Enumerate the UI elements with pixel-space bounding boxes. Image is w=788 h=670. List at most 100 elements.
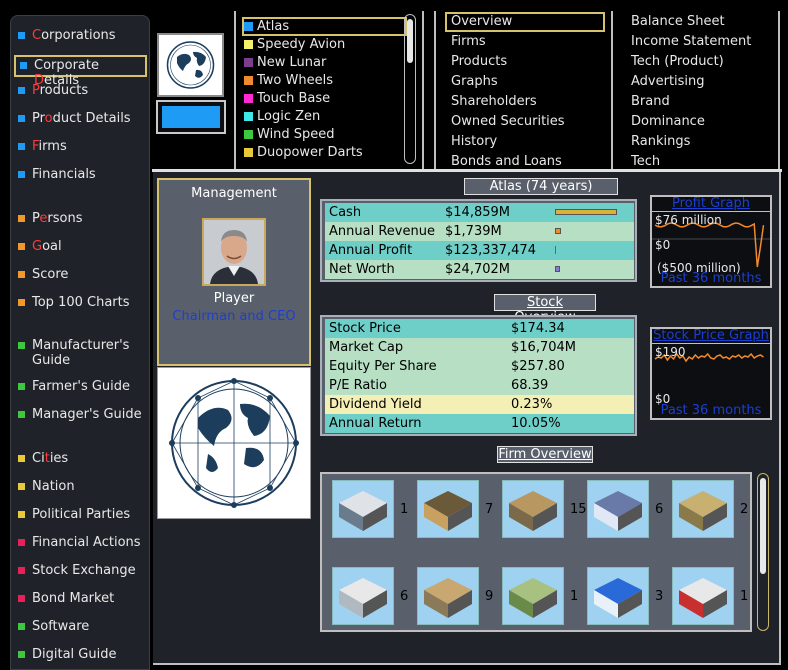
sidebar-item-16[interactable]: Financial Actions bbox=[14, 535, 147, 557]
bullet-icon bbox=[18, 271, 25, 278]
sidebar-item-11[interactable]: Farmer's Guide bbox=[14, 379, 147, 401]
sidebar-item-2[interactable]: Products bbox=[14, 83, 147, 105]
nav-graphs[interactable]: Graphs bbox=[451, 72, 498, 92]
bullet-icon bbox=[18, 299, 25, 306]
stock-row: Market Cap $16,704M bbox=[325, 338, 634, 357]
firm-cell-mine[interactable] bbox=[502, 480, 564, 538]
report-incomestatement[interactable]: Income Statement bbox=[631, 32, 751, 52]
stock-label: Dividend Yield bbox=[329, 397, 422, 412]
bullet-icon bbox=[18, 539, 25, 546]
nav-firms[interactable]: Firms bbox=[451, 32, 486, 52]
report-brand[interactable]: Brand bbox=[631, 92, 670, 112]
report-balancesheet[interactable]: Balance Sheet bbox=[631, 12, 725, 32]
corporation-item-1[interactable]: Speedy Avion bbox=[244, 35, 409, 53]
sidebar-item-10[interactable]: Manufacturer's Guide bbox=[14, 338, 147, 368]
sidebar-item-label: Corporations bbox=[32, 28, 116, 43]
bullet-icon bbox=[18, 511, 25, 518]
firm-cell-retail-store[interactable] bbox=[417, 480, 479, 538]
stock-value: $16,704M bbox=[511, 340, 576, 355]
firm-grid-scrollbar[interactable] bbox=[757, 473, 769, 631]
sidebar-item-9[interactable]: Top 100 Charts bbox=[14, 295, 147, 317]
corporation-name: Two Wheels bbox=[257, 72, 333, 88]
sidebar-item-17[interactable]: Stock Exchange bbox=[14, 563, 147, 585]
ceo-role-link[interactable]: Chairman and CEO bbox=[159, 309, 309, 324]
firm-cell-factory[interactable] bbox=[332, 480, 394, 538]
summary-value: $24,702M bbox=[445, 262, 510, 277]
sidebar-item-label: Manufacturer's Guide bbox=[32, 338, 130, 368]
corporation-item-6[interactable]: Wind Speed bbox=[244, 125, 409, 143]
stock-value: 10.05% bbox=[511, 416, 561, 431]
company-logo[interactable] bbox=[157, 33, 224, 97]
sidebar-item-13[interactable]: Cities bbox=[14, 451, 147, 473]
sidebar-item-20[interactable]: Digital Guide bbox=[14, 647, 147, 669]
sidebar-item-6[interactable]: Persons bbox=[14, 211, 147, 233]
nav-overview[interactable]: Overview bbox=[445, 12, 605, 32]
stock-overview-label[interactable]: Stock Overview bbox=[494, 294, 596, 325]
sidebar-item-19[interactable]: Software bbox=[14, 619, 147, 641]
sidebar-item-12[interactable]: Manager's Guide bbox=[14, 407, 147, 429]
firm-cell-warehouse[interactable] bbox=[332, 567, 394, 625]
stock-overview-table: Stock Price $174.34 Market Cap $16,704M Equi… bbox=[320, 315, 637, 436]
sidebar-item-label: Product Details bbox=[32, 111, 131, 126]
summary-label: Cash bbox=[329, 205, 362, 220]
report-rankings[interactable]: Rankings bbox=[631, 132, 690, 152]
bullet-icon bbox=[244, 22, 253, 31]
sidebar-item-7[interactable]: Goal bbox=[14, 239, 147, 261]
sidebar-item-3[interactable]: Product Details bbox=[14, 111, 147, 133]
office-building-icon bbox=[594, 491, 642, 531]
stock-label: P/E Ratio bbox=[329, 378, 387, 393]
globe-network-icon bbox=[169, 378, 299, 508]
sidebar-item-label: Score bbox=[32, 267, 69, 282]
corporation-item-0[interactable]: Atlas bbox=[242, 17, 407, 36]
firm-cell-fire-station[interactable] bbox=[672, 567, 734, 625]
farm-icon bbox=[679, 491, 727, 531]
scroll-thumb[interactable] bbox=[407, 19, 413, 63]
nav-history[interactable]: History bbox=[451, 132, 497, 152]
corporation-item-3[interactable]: Two Wheels bbox=[244, 71, 409, 89]
firm-cell-mine-quarry[interactable] bbox=[417, 567, 479, 625]
corporation-item-4[interactable]: Touch Base bbox=[244, 89, 409, 107]
sidebar-item-5[interactable]: Financials bbox=[14, 167, 147, 189]
summary-value: $1,739M bbox=[445, 224, 502, 239]
bullet-icon bbox=[18, 215, 25, 222]
sidebar-item-18[interactable]: Bond Market bbox=[14, 591, 147, 613]
corporation-item-7[interactable]: Duopower Darts bbox=[244, 143, 409, 161]
bullet-icon bbox=[18, 243, 25, 250]
firm-overview-label[interactable]: Firm Overview bbox=[497, 446, 593, 463]
report-advertising[interactable]: Advertising bbox=[631, 72, 705, 92]
firm-cell-farm-field[interactable] bbox=[502, 567, 564, 625]
sidebar-item-0[interactable]: Corporations bbox=[14, 28, 147, 50]
report-techproduct[interactable]: Tech (Product) bbox=[631, 52, 724, 72]
sidebar-item-14[interactable]: Nation bbox=[14, 479, 147, 501]
summary-value: $123,337,474 bbox=[445, 243, 536, 258]
nav-owned-securities[interactable]: Owned Securities bbox=[451, 112, 565, 132]
report-dominance[interactable]: Dominance bbox=[631, 112, 705, 132]
corporation-list-scrollbar[interactable] bbox=[404, 14, 416, 164]
bullet-icon bbox=[18, 87, 25, 94]
nav-products[interactable]: Products bbox=[451, 52, 507, 72]
sidebar-item-label: Software bbox=[32, 619, 90, 634]
sidebar-item-15[interactable]: Political Parties bbox=[14, 507, 147, 529]
scroll-thumb[interactable] bbox=[760, 478, 766, 574]
bullet-icon bbox=[18, 483, 25, 490]
firm-cell-farm[interactable] bbox=[672, 480, 734, 538]
corporation-item-2[interactable]: New Lunar bbox=[244, 53, 409, 71]
firm-cell-hospital[interactable] bbox=[587, 567, 649, 625]
sidebar-item-4[interactable]: Firms bbox=[14, 139, 147, 161]
ceo-portrait[interactable] bbox=[202, 218, 266, 286]
profit-graph[interactable]: Profit Graph $76 million $0 ($500 millio… bbox=[650, 195, 772, 288]
firm-cell-office-building[interactable] bbox=[587, 480, 649, 538]
stock-value: $174.34 bbox=[511, 321, 565, 336]
sidebar-item-1[interactable]: Corporate Details bbox=[14, 55, 147, 88]
nav-shareholders[interactable]: Shareholders bbox=[451, 92, 537, 112]
sidebar-item-label: Digital Guide bbox=[32, 647, 117, 662]
summary-label: Net Worth bbox=[329, 262, 395, 277]
sidebar-item-8[interactable]: Score bbox=[14, 267, 147, 289]
profit-graph-period: Past 36 months bbox=[660, 271, 762, 286]
stock-price-graph[interactable]: Stock Price Graph $190 $0 Past 36 months bbox=[650, 327, 772, 420]
corporation-name: Touch Base bbox=[257, 90, 331, 106]
bullet-icon bbox=[244, 111, 253, 121]
company-color-swatch[interactable] bbox=[156, 100, 226, 134]
corporation-item-5[interactable]: Logic Zen bbox=[244, 107, 409, 125]
firm-count: 1 bbox=[400, 502, 409, 517]
